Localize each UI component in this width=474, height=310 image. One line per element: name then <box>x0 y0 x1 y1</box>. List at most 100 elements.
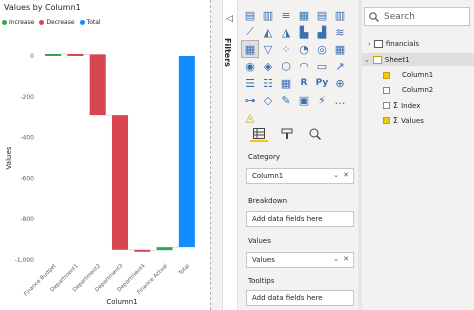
field-name: Column1 <box>402 71 434 79</box>
area-icon[interactable]: ◭ <box>260 24 276 40</box>
r-script-icon[interactable]: R <box>296 75 312 91</box>
line-clustered-icon[interactable]: ▟ <box>314 24 330 40</box>
breakdown-well[interactable]: Add data fields here <box>246 211 354 227</box>
expand-chevron-icon[interactable]: ◁ <box>226 14 233 24</box>
decomposition-tree-icon[interactable]: ⊶ <box>242 92 258 108</box>
chevron-down-icon[interactable]: ⌄ <box>333 171 339 179</box>
fields-search-box[interactable]: Search <box>364 7 470 26</box>
field-name: Values <box>401 116 424 125</box>
format-paint-roller-icon[interactable] <box>278 126 296 142</box>
remove-field-icon[interactable]: ✕ <box>343 171 349 179</box>
table-icon <box>372 56 382 64</box>
remove-field-icon[interactable]: ✕ <box>343 255 349 263</box>
table-icon <box>373 40 383 48</box>
map-icon[interactable]: ◉ <box>242 58 258 74</box>
more-icon[interactable]: … <box>332 92 348 108</box>
field-checkbox[interactable] <box>383 71 390 79</box>
category-well[interactable]: Column1 ⌄ ✕ <box>246 168 354 184</box>
values-well-label: Values <box>248 237 271 245</box>
sigma-icon: Σ <box>393 116 399 125</box>
stacked-column-icon[interactable]: ▥ <box>260 7 276 23</box>
visual-pane-tabs <box>250 126 324 142</box>
line-icon[interactable]: ⟋ <box>242 24 258 40</box>
waterfall-bar-department2 <box>89 54 106 116</box>
stacked-area-icon[interactable]: ◮ <box>278 24 294 40</box>
treemap-icon[interactable]: ▦ <box>332 41 348 57</box>
clustered-column-icon[interactable]: ▦ <box>296 7 312 23</box>
waterfall-bar-finance-actual <box>156 247 173 251</box>
values-field: Values <box>252 256 275 264</box>
shape-map-icon[interactable]: ⬡ <box>278 58 294 74</box>
analytics-magnifier-icon[interactable] <box>306 126 324 142</box>
search-icon <box>369 11 379 22</box>
kpi-icon[interactable]: ↗ <box>332 58 348 74</box>
clustered-bar-icon[interactable]: ≡ <box>278 7 294 23</box>
table-name: Sheet1 <box>384 56 410 64</box>
chevron-right-icon[interactable]: › <box>368 40 371 48</box>
100-column-icon[interactable]: ▥ <box>332 7 348 23</box>
key-influencers-icon[interactable]: ⊕ <box>332 75 348 91</box>
waterfall-bar-finance-budget <box>45 53 62 56</box>
y-tick-label: -800 <box>20 216 34 223</box>
visualizations-pane: ▤ ▥ ≡ ▦ ▤ ▥ ⟋ ◭ ◮ ▙ ▟ ≋ ▦ ▽ ⁘ ◔ ◎ ▦ ◉ ◈ ⬡ ◠ ▭ ↗ ☰ ☷ ▦ R Py ⊕ ⊶ ◇ ✎ ▣ ⚡… ◬ C… <box>238 0 355 310</box>
field-index[interactable]: Σ Index <box>383 101 420 110</box>
arcgis-icon[interactable]: ◬ <box>242 109 258 125</box>
power-apps-icon[interactable]: ⚡ <box>314 92 330 108</box>
table-financials[interactable]: › financials <box>368 40 419 48</box>
waterfall-bar-department3 <box>111 115 129 250</box>
gauge-icon[interactable]: ◠ <box>296 58 312 74</box>
category-well-label: Category <box>248 153 280 161</box>
filled-map-icon[interactable]: ◈ <box>260 58 276 74</box>
field-column1[interactable]: Column1 <box>383 71 433 79</box>
funnel-icon[interactable]: ▽ <box>260 41 276 57</box>
field-name: Index <box>401 101 421 110</box>
tooltips-well-label: Tooltips <box>248 277 275 285</box>
tooltips-well[interactable]: Add data fields here <box>246 290 354 306</box>
multirow-card-icon[interactable]: ☰ <box>242 75 258 91</box>
fields-pane: Search › financials ⌄ Sheet1 Column1 Col… <box>362 0 474 310</box>
table-icon[interactable]: ▦ <box>278 75 294 91</box>
field-checkbox[interactable] <box>383 117 390 124</box>
donut-icon[interactable]: ◎ <box>314 41 330 57</box>
waterfall-chart: 0-200-400-600-800-1,000ValuesFinance Bud… <box>5 53 195 306</box>
filters-pane-collapsed[interactable]: ◁ Filters <box>222 0 238 310</box>
chevron-down-icon[interactable]: ⌄ <box>364 56 370 64</box>
slicer-icon[interactable]: ☷ <box>260 75 276 91</box>
waterfall-bar-department4 <box>134 249 151 252</box>
pie-icon[interactable]: ◔ <box>296 41 312 57</box>
breakdown-placeholder: Add data fields here <box>252 215 323 223</box>
fields-tab-icon[interactable] <box>250 126 268 142</box>
tooltips-placeholder: Add data fields here <box>252 294 323 302</box>
100-bar-icon[interactable]: ▤ <box>314 7 330 23</box>
waterfall-visual[interactable]: Values by Column1 Increase Decrease Tota… <box>0 0 211 310</box>
breakdown-well-label: Breakdown <box>248 197 288 205</box>
chevron-down-icon[interactable]: ⌄ <box>333 255 339 263</box>
python-icon[interactable]: Py <box>314 75 330 91</box>
y-tick-label: -1,000 <box>15 257 35 264</box>
paginated-icon[interactable]: ▣ <box>296 92 312 108</box>
waterfall-bar-department1 <box>67 53 84 56</box>
filters-label: Filters <box>223 38 232 67</box>
field-checkbox[interactable] <box>383 86 390 94</box>
table-sheet1[interactable]: ⌄ Sheet1 <box>364 56 410 64</box>
scatter-icon[interactable]: ⁘ <box>278 41 294 57</box>
waterfall-icon[interactable]: ▦ <box>241 40 259 58</box>
stacked-bar-icon[interactable]: ▤ <box>242 7 258 23</box>
category-field: Column1 <box>252 172 284 180</box>
field-name: Column2 <box>402 86 434 94</box>
sigma-icon: Σ <box>393 101 399 110</box>
field-checkbox[interactable] <box>383 102 390 109</box>
field-values[interactable]: Σ Values <box>383 116 424 125</box>
smart-narrative-icon[interactable]: ✎ <box>278 92 294 108</box>
values-well[interactable]: Values ⌄ ✕ <box>246 252 354 268</box>
field-column2[interactable]: Column2 <box>383 86 433 94</box>
ribbon-icon[interactable]: ≋ <box>332 24 348 40</box>
waterfall-bar-total <box>178 56 195 248</box>
y-tick-label: 0 <box>30 53 34 60</box>
y-tick-label: -400 <box>20 135 34 142</box>
x-axis-title: Column1 <box>106 298 137 306</box>
line-column-icon[interactable]: ▙ <box>296 24 312 40</box>
card-icon[interactable]: ▭ <box>314 58 330 74</box>
y-axis-title: Values <box>5 146 13 169</box>
qa-icon[interactable]: ◇ <box>260 92 276 108</box>
